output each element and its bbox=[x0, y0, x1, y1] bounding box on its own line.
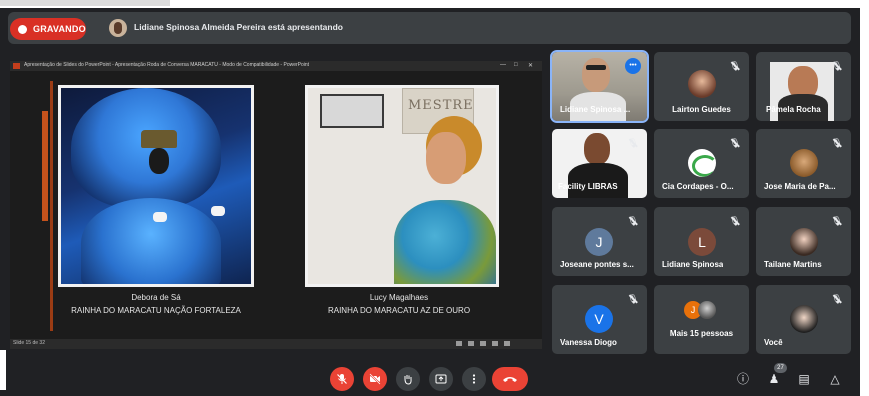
participant-tile[interactable]: 🎙 L Lidiane Spinosa bbox=[654, 207, 749, 276]
recording-dot-icon bbox=[18, 24, 27, 34]
mic-off-icon: 🎙 bbox=[729, 61, 741, 71]
avatar: V bbox=[585, 305, 613, 333]
caption-name-1: Debora de Sá bbox=[131, 293, 181, 302]
powerpoint-title-bar: Apresentação de Slides do PowerPoint - A… bbox=[10, 61, 542, 71]
right-edge bbox=[860, 8, 869, 396]
participant-name: Lidiane Spinosa ... bbox=[560, 105, 631, 114]
camera-button[interactable] bbox=[363, 367, 387, 391]
activities-icon[interactable]: △ bbox=[828, 372, 842, 386]
more-options-icon bbox=[472, 374, 476, 384]
raise-hand-button[interactable] bbox=[396, 367, 420, 391]
minimize-icon[interactable]: — bbox=[500, 62, 506, 68]
slide-photo-debora bbox=[58, 85, 254, 287]
mic-button[interactable] bbox=[330, 367, 354, 391]
avatar bbox=[688, 70, 716, 98]
left-edge bbox=[0, 350, 6, 390]
more-participants-tile[interactable]: J Mais 15 pessoas bbox=[654, 285, 749, 354]
photo-sign-text: MESTRE bbox=[408, 98, 474, 113]
end-call-button[interactable] bbox=[492, 367, 528, 391]
slide-decor-bar bbox=[42, 111, 48, 221]
mic-off-icon bbox=[337, 374, 347, 384]
shared-screen[interactable]: Apresentação de Slides do PowerPoint - A… bbox=[10, 61, 542, 349]
end-call-icon bbox=[503, 377, 517, 382]
participant-face bbox=[582, 58, 610, 92]
participant-tile[interactable]: 🎙 Pâmela Rocha bbox=[756, 52, 851, 121]
participant-name: Facility LIBRAS bbox=[558, 182, 618, 191]
raise-hand-icon bbox=[404, 375, 412, 385]
participant-name: Joseane pontes s... bbox=[560, 260, 634, 269]
mic-off-icon: 🎙 bbox=[627, 216, 639, 226]
slide: MESTRE Debora de Sá RAINHA DO MARACATU N… bbox=[10, 71, 542, 339]
participant-name: Cia Cordapes - O... bbox=[662, 182, 734, 191]
participant-tile[interactable]: ••• Lidiane Spinosa ... bbox=[550, 50, 649, 123]
participant-tile[interactable]: 🎙 J Joseane pontes s... bbox=[552, 207, 647, 276]
chat-icon[interactable]: ▤ bbox=[797, 372, 811, 386]
slide-counter: Slide 15 de 32 bbox=[13, 340, 45, 346]
presenter-avatar bbox=[109, 19, 127, 37]
screen-top-edge bbox=[0, 0, 869, 8]
participant-name: Vanessa Diogo bbox=[560, 338, 617, 347]
caption-title-2: RAINHA DO MARACATU AZ DE OURO bbox=[327, 306, 471, 315]
top-edge-shadow bbox=[0, 0, 170, 6]
camera-off-icon bbox=[369, 373, 381, 385]
avatar bbox=[790, 305, 818, 333]
people-icon[interactable]: ♟ bbox=[767, 372, 781, 386]
participant-tile[interactable]: 🎙 Tailane Martins bbox=[756, 207, 851, 276]
maximize-icon[interactable]: □ bbox=[514, 62, 518, 68]
participant-tile[interactable]: 🎙 V Vanessa Diogo bbox=[552, 285, 647, 354]
participant-tile[interactable]: 🎙 Cia Cordapes - O... bbox=[654, 129, 749, 198]
mic-off-icon: 🎙 bbox=[729, 216, 741, 226]
present-button[interactable] bbox=[429, 367, 453, 391]
avatar bbox=[790, 228, 818, 256]
caption-name-2: Lucy Magalhaes bbox=[369, 293, 429, 302]
participant-tile[interactable]: 🎙 Jose Maria de Pa... bbox=[756, 129, 851, 198]
slide-photo-lucy: MESTRE bbox=[305, 85, 499, 287]
participant-tile[interactable]: 🎙 Facility LIBRAS bbox=[552, 129, 647, 198]
presenting-text: Lidiane Spinosa Almeida Pereira está apr… bbox=[134, 22, 343, 32]
avatar bbox=[688, 149, 716, 177]
powerpoint-icon bbox=[13, 63, 20, 69]
participant-name: Tailane Martins bbox=[764, 260, 822, 269]
participant-name: Jose Maria de Pa... bbox=[764, 182, 836, 191]
mic-off-icon: 🎙 bbox=[831, 294, 843, 304]
participant-name: Lidiane Spinosa bbox=[662, 260, 724, 269]
glasses bbox=[586, 65, 606, 70]
mic-off-icon: 🎙 bbox=[729, 138, 741, 148]
powerpoint-window-title: Apresentação de Slides do PowerPoint - A… bbox=[24, 62, 310, 68]
info-icon[interactable]: ⓘ bbox=[736, 372, 750, 386]
slide-decor-line bbox=[50, 81, 53, 331]
mic-off-icon: 🎙 bbox=[831, 216, 843, 226]
avatar: L bbox=[688, 228, 716, 256]
participant-name: Você bbox=[764, 338, 783, 347]
participant-name: Pâmela Rocha bbox=[766, 105, 821, 114]
participant-face bbox=[584, 133, 610, 165]
avatar bbox=[790, 149, 818, 177]
caption-title-1: RAINHA DO MARACATU NAÇÃO FORTALEZA bbox=[71, 306, 241, 315]
more-options-button[interactable] bbox=[462, 367, 486, 391]
close-icon[interactable]: ✕ bbox=[528, 62, 533, 69]
speaking-indicator-icon: ••• bbox=[625, 58, 641, 74]
recording-badge[interactable]: GRAVANDO bbox=[10, 18, 86, 40]
avatar: J bbox=[585, 228, 613, 256]
present-icon bbox=[435, 374, 447, 384]
participant-tile[interactable]: 🎙 Lairton Guedes bbox=[654, 52, 749, 121]
people-count-badge: 27 bbox=[774, 363, 787, 373]
mic-off-icon: 🎙 bbox=[627, 138, 639, 148]
view-controls[interactable] bbox=[456, 341, 536, 347]
avatar bbox=[698, 301, 716, 319]
mic-off-icon: 🎙 bbox=[831, 61, 843, 71]
participant-name: Lairton Guedes bbox=[672, 105, 731, 114]
powerpoint-status-bar: Slide 15 de 32 bbox=[10, 339, 542, 349]
more-participants-label: Mais 15 pessoas bbox=[669, 329, 734, 338]
self-tile[interactable]: 🎙 Você bbox=[756, 285, 851, 354]
recording-label: GRAVANDO bbox=[33, 24, 86, 34]
mic-off-icon: 🎙 bbox=[627, 294, 639, 304]
mic-off-icon: 🎙 bbox=[831, 138, 843, 148]
